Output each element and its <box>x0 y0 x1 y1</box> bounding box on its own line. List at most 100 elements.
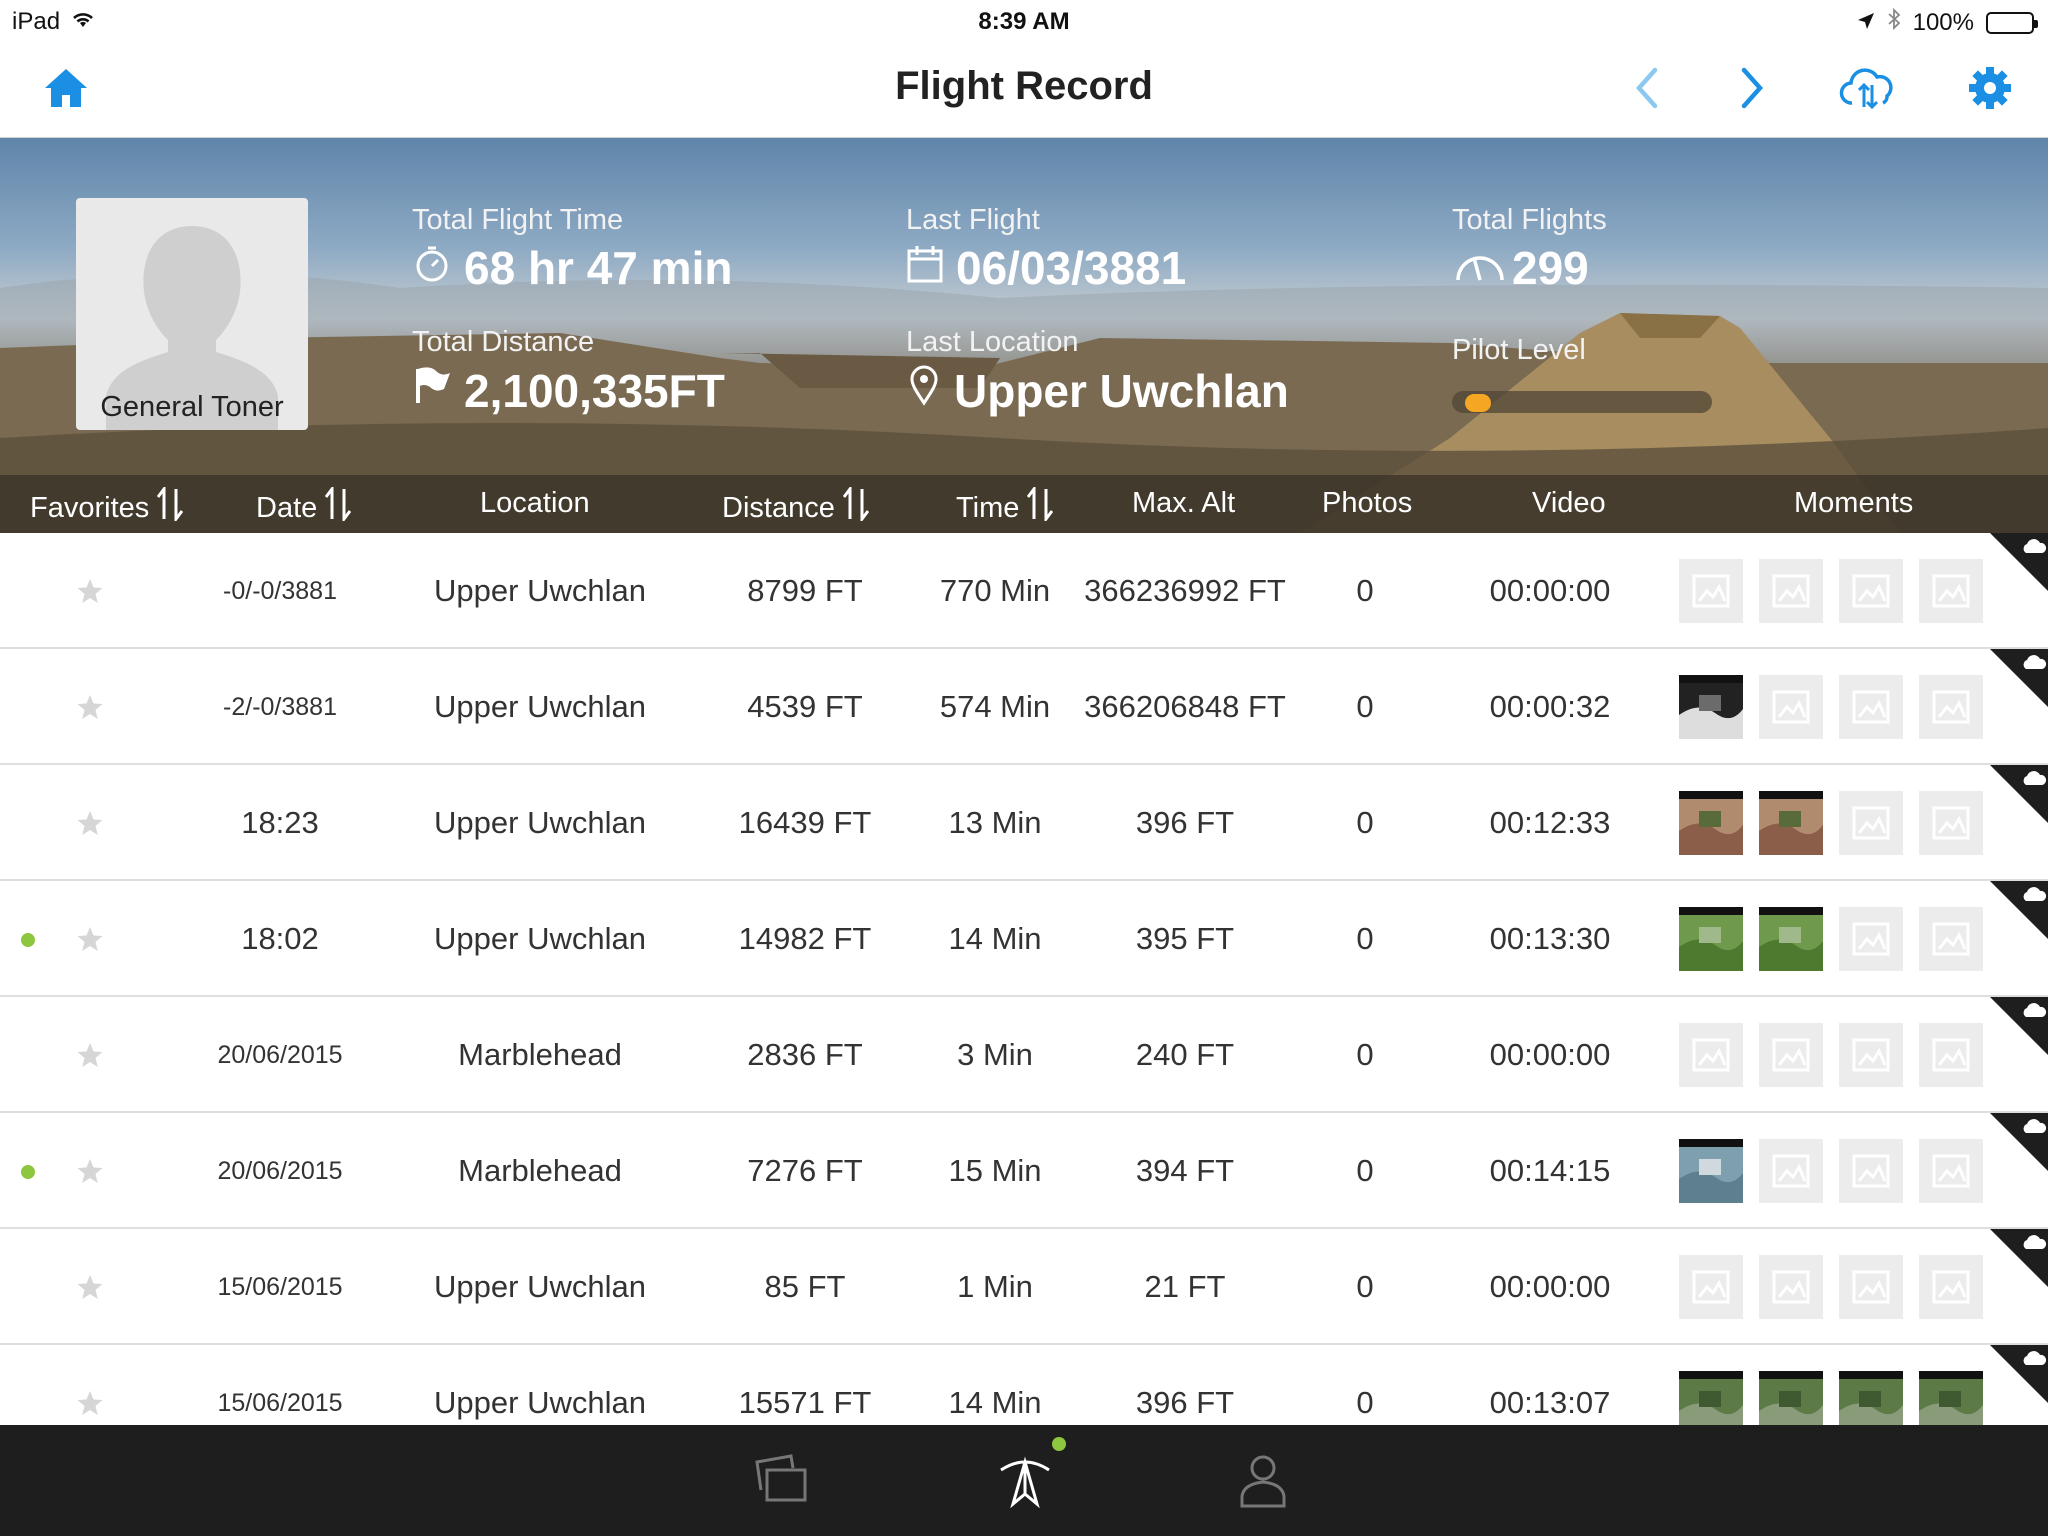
moment-placeholder-icon <box>1839 1255 1903 1319</box>
bottom-tab-bar <box>0 1425 2048 1536</box>
row-time: 15 Min <box>948 1153 1042 1188</box>
moment-thumbnail[interactable] <box>1679 907 1743 971</box>
cloud-upload-corner-icon[interactable] <box>1990 533 2048 591</box>
favorite-star-icon[interactable] <box>60 649 120 765</box>
favorite-star-icon[interactable] <box>60 533 120 649</box>
cloud-upload-corner-icon[interactable] <box>1990 1345 2048 1403</box>
flight-row[interactable]: -0/-0/3881 Upper Uwchlan 8799 FT 770 Min 366… <box>0 533 2048 649</box>
favorite-star-icon[interactable] <box>60 1113 120 1229</box>
row-max-alt: 366236992 FT <box>1084 573 1286 608</box>
sort-icon <box>325 484 352 529</box>
flight-row[interactable]: -2/-0/3881 Upper Uwchlan 4539 FT 574 Min 366… <box>0 649 2048 765</box>
sort-favorites-button[interactable]: Favorites <box>30 484 184 529</box>
last-flight-value: 06/03/3881 <box>956 242 1187 294</box>
row-distance: 4539 FT <box>747 689 863 724</box>
flight-row[interactable]: 15/06/2015 Upper Uwchlan 15571 FT 14 Min 396… <box>0 1345 2048 1425</box>
moment-thumbnail[interactable] <box>1839 1371 1903 1425</box>
profile-card[interactable]: General Toner <box>76 198 308 430</box>
sort-icon <box>157 484 184 529</box>
cloud-upload-corner-icon[interactable] <box>1990 881 2048 939</box>
row-time: 13 Min <box>948 805 1042 840</box>
row-distance: 85 FT <box>764 1269 846 1304</box>
favorite-star-icon[interactable] <box>60 997 120 1113</box>
row-video: 00:00:00 <box>1489 1269 1611 1304</box>
last-location-label: Last Location <box>906 326 1079 358</box>
cloud-upload-corner-icon[interactable] <box>1990 997 2048 1055</box>
moment-thumbnail[interactable] <box>1679 675 1743 739</box>
moment-placeholder-icon <box>1919 907 1983 971</box>
last-location-value: Upper Uwchlan <box>954 364 1289 417</box>
favorite-star-icon[interactable] <box>60 881 120 997</box>
moment-thumbnail[interactable] <box>1679 1139 1743 1203</box>
next-button[interactable] <box>1723 60 1783 120</box>
flight-row[interactable]: 18:23 Upper Uwchlan 16439 FT 13 Min 396 FT 0 0… <box>0 765 2048 881</box>
flight-row[interactable]: 20/06/2015 Marblehead 7276 FT 15 Min 394 FT 0… <box>0 1113 2048 1229</box>
sort-time-button[interactable]: Time <box>956 484 1054 529</box>
row-date: 15/06/2015 <box>217 1272 343 1301</box>
previous-button[interactable] <box>1616 60 1676 120</box>
cloud-sync-button[interactable] <box>1838 60 1898 120</box>
tab-profile[interactable] <box>1228 1447 1298 1517</box>
moment-thumbnail[interactable] <box>1679 791 1743 855</box>
chevron-right-icon <box>1738 66 1768 115</box>
moment-placeholder-icon <box>1759 1023 1823 1087</box>
cloud-upload-corner-icon[interactable] <box>1990 649 2048 707</box>
cloud-upload-corner-icon[interactable] <box>1990 1229 2048 1287</box>
photos-header: Photos <box>1322 487 1413 519</box>
moment-thumbnail[interactable] <box>1759 791 1823 855</box>
row-photos: 0 <box>1356 1037 1374 1072</box>
location-header: Location <box>480 487 590 519</box>
library-icon <box>753 1452 813 1513</box>
row-date: 20/06/2015 <box>217 1040 343 1069</box>
row-distance: 15571 FT <box>738 1385 872 1420</box>
last-location-stat: Last Location Upper Uwchlan <box>906 326 1289 418</box>
pilot-level-label: Pilot Level <box>1452 334 1586 366</box>
moment-thumbnail[interactable] <box>1679 1371 1743 1425</box>
battery-percent: 100% <box>1912 8 1974 36</box>
flight-row[interactable]: 15/06/2015 Upper Uwchlan 85 FT 1 Min 21 FT 0 0… <box>0 1229 2048 1345</box>
settings-button[interactable] <box>1960 60 2020 120</box>
row-max-alt: 366206848 FT <box>1084 689 1286 724</box>
pilot-name: General Toner <box>100 391 284 423</box>
connection-status-dot <box>1052 1437 1066 1451</box>
cloud-upload-corner-icon[interactable] <box>1990 1113 2048 1171</box>
row-video: 00:00:00 <box>1489 1037 1611 1072</box>
tab-library[interactable] <box>748 1447 818 1517</box>
row-time: 574 Min <box>939 689 1051 724</box>
moment-placeholder-icon <box>1759 1139 1823 1203</box>
favorite-star-icon[interactable] <box>60 1229 120 1345</box>
row-location: Upper Uwchlan <box>434 689 646 724</box>
synced-indicator-dot <box>21 1165 35 1179</box>
sort-date-button[interactable]: Date <box>256 484 352 529</box>
row-max-alt: 395 FT <box>1135 921 1235 956</box>
profile-icon <box>1238 1452 1288 1513</box>
tab-aircraft[interactable] <box>990 1447 1060 1517</box>
row-video: 00:12:33 <box>1489 805 1611 840</box>
row-video: 00:14:15 <box>1489 1153 1611 1188</box>
moment-thumbnail[interactable] <box>1759 1371 1823 1425</box>
total-distance-stat: Total Distance 2,100,335FT <box>412 326 725 418</box>
moment-thumbnail[interactable] <box>1919 1371 1983 1425</box>
row-date: -2/-0/3881 <box>223 692 337 721</box>
row-max-alt: 21 FT <box>1144 1269 1226 1304</box>
sort-distance-button[interactable]: Distance <box>722 484 870 529</box>
cloud-upload-corner-icon[interactable] <box>1990 765 2048 823</box>
moment-placeholder-icon <box>1839 1139 1903 1203</box>
row-time: 14 Min <box>948 1385 1042 1420</box>
moment-thumbnail[interactable] <box>1759 907 1823 971</box>
moment-placeholder-icon <box>1679 559 1743 623</box>
row-max-alt: 394 FT <box>1135 1153 1235 1188</box>
distance-header: Distance <box>722 491 835 524</box>
favorite-star-icon[interactable] <box>60 765 120 881</box>
row-time: 1 Min <box>957 1269 1033 1304</box>
total-flights-stat: Total Flights 299 <box>1452 204 1607 295</box>
row-time: 770 Min <box>939 573 1051 608</box>
row-distance: 16439 FT <box>738 805 872 840</box>
chevron-left-icon <box>1631 66 1661 115</box>
total-flight-time-stat: Total Flight Time 68 hr 47 min <box>412 204 732 295</box>
moment-placeholder-icon <box>1919 559 1983 623</box>
flight-row[interactable]: 18:02 Upper Uwchlan 14982 FT 14 Min 395 FT 0 0… <box>0 881 2048 997</box>
favorite-star-icon[interactable] <box>60 1345 120 1425</box>
battery-icon <box>1986 11 2038 34</box>
flight-row[interactable]: 20/06/2015 Marblehead 2836 FT 3 Min 240 FT 0 0… <box>0 997 2048 1113</box>
